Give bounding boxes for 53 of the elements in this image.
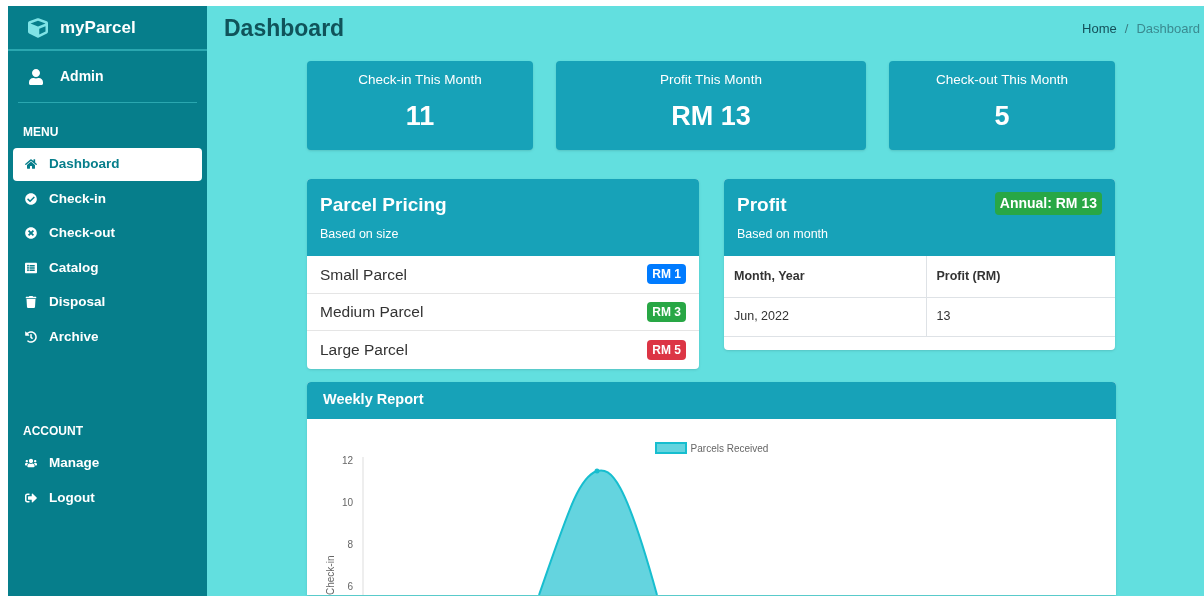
y-tick-label: 8 (347, 538, 353, 550)
legend-label: Parcels Received (690, 441, 769, 456)
sidebar-item[interactable]: Check-in (13, 182, 202, 215)
card-subtitle: Based on month (737, 225, 829, 243)
sidebar-item[interactable]: Archive (13, 320, 202, 353)
breadcrumb-separator: / (1123, 19, 1130, 38)
section-title: MENU (22, 124, 60, 141)
column-header: Month, Year (724, 256, 926, 297)
page-title: Dashboard (224, 14, 345, 44)
brand-name: myParcel (60, 16, 136, 39)
price-badge: RM 1 (647, 264, 686, 285)
logout-icon (25, 491, 37, 504)
price-badge: RM 3 (647, 301, 686, 322)
stat-value: 11 (405, 100, 435, 134)
y-tick-label: 6 (347, 580, 353, 592)
card-title: Weekly Report (323, 390, 424, 410)
card-title: Profit (737, 193, 788, 217)
cube-logo-icon (28, 17, 48, 38)
parcel-size: Medium Parcel (320, 302, 424, 323)
sidebar-item[interactable]: Catalog (13, 251, 202, 284)
sidebar-item[interactable]: Disposal (13, 286, 202, 319)
history-icon (25, 330, 37, 343)
sidebar-item[interactable]: Logout (13, 481, 202, 514)
y-tick-label: 12 (341, 454, 353, 466)
annual-badge: Annual: RM 13 (994, 192, 1102, 215)
section-title: ACCOUNT (22, 423, 84, 440)
parcel-size: Small Parcel (320, 264, 407, 285)
table-cell: Jun, 2022 (724, 297, 926, 336)
breadcrumb-current: Dashboard (1136, 19, 1200, 38)
column-header: Profit (RM) (926, 256, 1115, 297)
price-badge: RM 5 (647, 339, 686, 360)
stat-label: Check-in This Month (358, 71, 482, 89)
parcel-size: Large Parcel (320, 340, 408, 361)
sidebar-item[interactable]: Dashboard (13, 148, 202, 181)
table-cell: 13 (926, 297, 1115, 336)
stat-value: RM 13 (671, 100, 751, 134)
stat-label: Check-out This Month (936, 71, 1068, 89)
sidebar-item[interactable]: Check-out (13, 217, 202, 250)
y-tick-label: 10 (341, 496, 353, 508)
stat-value: 5 (994, 100, 1010, 134)
card-subtitle: Based on size (320, 225, 400, 243)
users-icon (25, 457, 37, 470)
trash-icon (25, 296, 37, 309)
home-icon (25, 158, 37, 171)
stat-label: Profit This Month (660, 71, 762, 89)
legend-swatch-icon (654, 442, 687, 454)
user-icon (28, 68, 44, 85)
sidebar-item[interactable]: Manage (13, 447, 202, 480)
list-icon (25, 261, 37, 274)
y-axis-label: Check-in (325, 555, 336, 595)
user-name: Admin (60, 67, 104, 86)
card-title: Parcel Pricing (320, 193, 448, 217)
breadcrumb-link[interactable]: Home (1082, 18, 1117, 39)
